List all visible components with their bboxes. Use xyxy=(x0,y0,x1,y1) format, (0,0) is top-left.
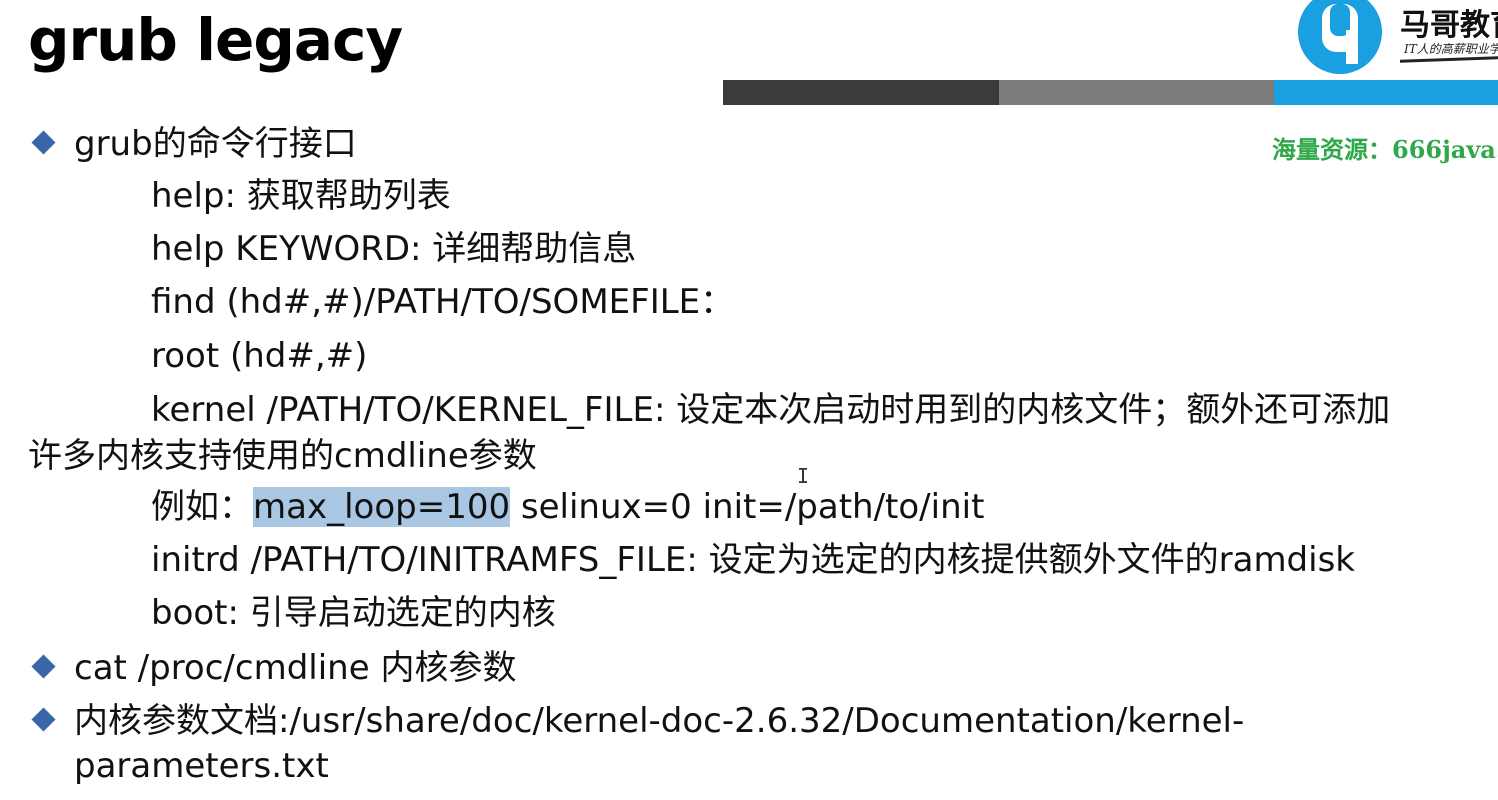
bullet-diamond-icon xyxy=(31,707,56,732)
promo-watermark: 海量资源：666java.com xyxy=(1272,135,1498,164)
slide-title: grub legacy xyxy=(28,6,403,74)
bullet-item-kernel-docs: 内核参数文档:/usr/share/doc/kernel-doc-2.6.32/… xyxy=(74,701,1245,741)
subitem-kernel-continuation: 许多内核支持使用的cmdline参数 xyxy=(28,436,537,476)
subitem-example: 例如：max_loop=100 selinux=0 init=/path/to/… xyxy=(151,485,984,529)
subitem-help-keyword: help KEYWORD: 详细帮助信息 xyxy=(151,229,637,269)
logo-icon xyxy=(1298,0,1382,74)
bullet-item-grub-cli: grub的命令行接口 xyxy=(74,124,357,164)
text-cursor-icon: I xyxy=(797,464,810,488)
logo-slogan: IT人的高薪职业学院 xyxy=(1404,42,1498,56)
header-bar-dark xyxy=(723,80,999,105)
subitem-initrd: initrd /PATH/TO/INITRAMFS_FILE: 设定为选定的内核… xyxy=(151,540,1355,580)
bullet-diamond-icon xyxy=(31,654,56,679)
header-bar-blue xyxy=(1274,80,1498,105)
logo-underline xyxy=(1400,56,1498,63)
header-bar-gray xyxy=(999,80,1274,105)
subitem-kernel: kernel /PATH/TO/KERNEL_FILE: 设定本次启动时用到的内… xyxy=(151,390,1391,430)
example-highlight: max_loop=100 xyxy=(253,487,511,527)
subitem-root: root (hd#,#) xyxy=(151,336,368,376)
bullet-item-cmdline: cat /proc/cmdline 内核参数 xyxy=(74,648,517,688)
subitem-boot: boot: 引导启动选定的内核 xyxy=(151,593,556,633)
logo-name: 马哥教育 xyxy=(1400,8,1498,43)
bullet-diamond-icon xyxy=(31,130,56,155)
example-rest: selinux=0 init=/path/to/init xyxy=(510,487,985,527)
subitem-find: find (hd#,#)/PATH/TO/SOMEFILE： xyxy=(151,282,735,322)
example-prefix: 例如： xyxy=(151,487,253,527)
subitem-help: help: 获取帮助列表 xyxy=(151,176,451,216)
bullet-item-kernel-docs-continuation: parameters.txt xyxy=(74,746,329,786)
